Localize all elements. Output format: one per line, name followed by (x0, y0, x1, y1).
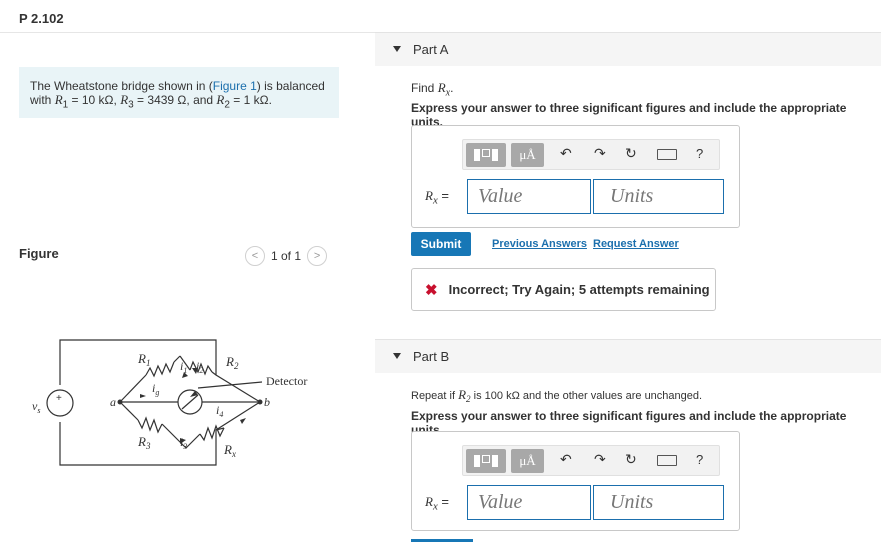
figure-link[interactable]: Figure 1 (213, 79, 257, 93)
feedback-message: ✖ Incorrect; Try Again; 5 attempts remai… (411, 268, 716, 311)
part-a-units-input[interactable]: Units (593, 179, 724, 214)
undo-icon[interactable]: ↶ (560, 145, 572, 162)
collapse-triangle-icon (393, 46, 401, 52)
part-b-label: Part B (413, 349, 450, 364)
chevron-left-icon: < (251, 250, 259, 262)
label-r1: R1 (137, 351, 150, 368)
keyboard-icon[interactable] (657, 455, 677, 466)
part-a-value-input[interactable]: Value (467, 179, 591, 214)
label-node-b: b (264, 395, 270, 409)
label-r2: R2 (225, 354, 239, 371)
pager-count: 1 of 1 (271, 249, 302, 263)
problem-intro: The Wheatstone bridge shown in (Figure 1… (19, 67, 339, 118)
units-symbol-button[interactable]: μÅ (511, 143, 544, 167)
part-b-math-toolbar: μÅ ↶ ↷ ↻ ? (462, 445, 720, 476)
part-a-answer-box: μÅ ↶ ↷ ↻ ? Rx = Value Units (411, 125, 740, 228)
submit-button[interactable]: Submit (411, 232, 471, 256)
chevron-right-icon: > (313, 250, 321, 262)
feedback-text: Incorrect; Try Again; 5 attempts remaini… (448, 282, 710, 297)
label-plus: + (56, 393, 62, 404)
part-b-header[interactable]: Part B (375, 339, 881, 373)
error-x-icon: ✖ (425, 281, 438, 299)
request-answer-link[interactable]: Request Answer (593, 238, 679, 250)
label-ig: ig (152, 381, 159, 397)
template-icon (474, 455, 498, 467)
label-i3: i3 (180, 435, 187, 451)
label-node-a: a (110, 395, 116, 409)
part-b-units-input[interactable]: Units (593, 485, 724, 520)
part-a-label: Part A (413, 42, 449, 57)
reset-icon[interactable]: ↻ (625, 145, 637, 162)
label-i2: i2 (196, 359, 203, 375)
help-icon[interactable]: ? (696, 452, 703, 467)
previous-answers-link[interactable]: Previous Answers (492, 238, 587, 250)
help-icon[interactable]: ? (696, 146, 703, 161)
part-a-find-text: Find Rx. (411, 80, 454, 99)
template-icon (474, 149, 498, 161)
part-b-repeat-text: Repeat if R2 is 100 kΩ and the other val… (411, 387, 703, 405)
units-symbol-button[interactable]: μÅ (511, 449, 544, 473)
part-a-rx-label: Rx = (425, 188, 449, 207)
problem-title: P 2.102 (19, 11, 64, 26)
figure-pager: < 1 of 1 > (245, 246, 328, 266)
part-b-answer-box: μÅ ↶ ↷ ↻ ? Rx = Value Units (411, 431, 740, 531)
label-rx: Rx (223, 442, 236, 459)
part-b-rx-label: Rx = (425, 494, 449, 513)
label-detector: Detector (266, 374, 307, 388)
template-button[interactable] (466, 449, 506, 473)
part-a-header[interactable]: Part A (375, 32, 881, 66)
label-i4: i4 (216, 403, 223, 419)
redo-icon[interactable]: ↷ (594, 451, 606, 468)
part-b-value-input[interactable]: Value (467, 485, 591, 520)
redo-icon[interactable]: ↷ (594, 145, 606, 162)
template-button[interactable] (466, 143, 506, 167)
collapse-triangle-icon (393, 353, 401, 359)
reset-icon[interactable]: ↻ (625, 451, 637, 468)
mu-angstrom-icon: μÅ (519, 453, 536, 468)
wheatstone-bridge-figure: R1 R2 R3 Rx i1 i2 i3 i4 ig vs a b + Dete… (32, 339, 307, 466)
part-a-math-toolbar: μÅ ↶ ↷ ↻ ? (462, 139, 720, 170)
figure-label: Figure (19, 246, 59, 261)
next-figure-button[interactable]: > (307, 246, 328, 266)
keyboard-icon[interactable] (657, 149, 677, 160)
divider (0, 32, 375, 33)
label-r3: R3 (137, 434, 151, 451)
mu-angstrom-icon: μÅ (519, 147, 536, 162)
undo-icon[interactable]: ↶ (560, 451, 572, 468)
prev-figure-button[interactable]: < (245, 246, 265, 266)
label-vs: vs (32, 399, 40, 415)
